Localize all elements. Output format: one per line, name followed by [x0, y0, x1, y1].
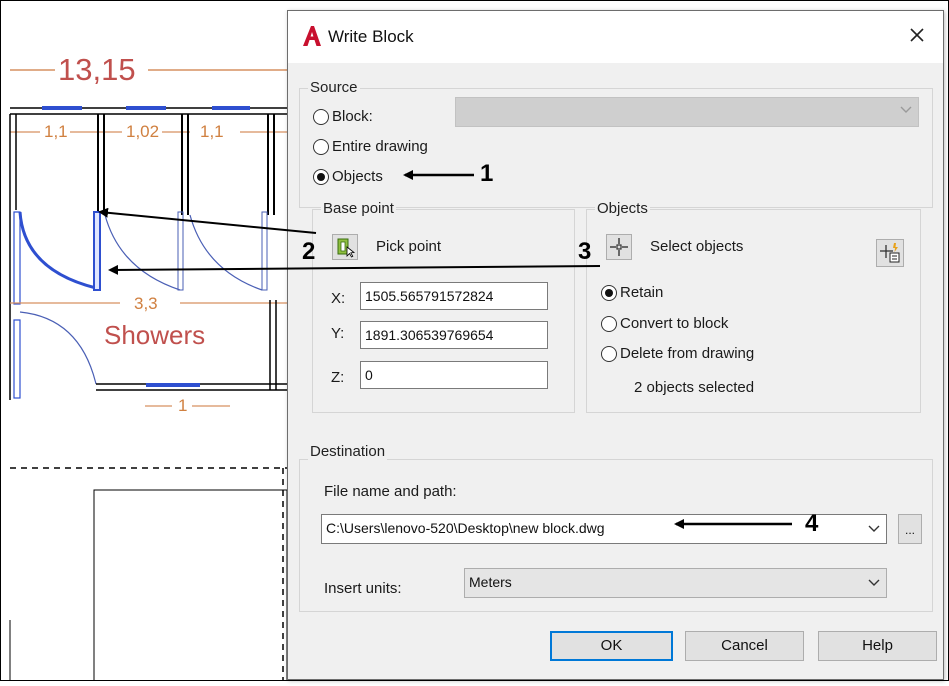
- y-label: Y:: [331, 325, 345, 342]
- radio-label: Delete from drawing: [620, 345, 755, 362]
- select-objects-icon: [610, 238, 628, 256]
- radio-label: Retain: [620, 284, 664, 301]
- file-path-label: File name and path:: [324, 483, 457, 500]
- insert-units-value: Meters: [469, 574, 512, 590]
- window: [212, 106, 250, 110]
- radio-label: Entire drawing: [332, 138, 428, 155]
- radio-button[interactable]: [601, 315, 617, 332]
- radio-button-selected[interactable]: [313, 168, 329, 185]
- annotation-number: 4: [805, 510, 819, 537]
- select-objects-button[interactable]: [606, 234, 632, 260]
- radio-label: Block:: [332, 108, 373, 125]
- quick-select-button[interactable]: [876, 239, 904, 267]
- radio-button[interactable]: [601, 345, 617, 362]
- x-coordinate-field[interactable]: 1505.565791572824: [360, 282, 548, 310]
- browse-button[interactable]: ...: [898, 514, 922, 544]
- radio-button-selected[interactable]: [601, 284, 617, 301]
- annotation-number: 3: [578, 238, 592, 265]
- help-button[interactable]: Help: [818, 631, 937, 661]
- file-path-combo[interactable]: C:\Users\lenovo-520\Desktop\new block.dw…: [321, 514, 887, 544]
- objects-label: Objects: [595, 200, 650, 217]
- pick-point-icon: [337, 238, 356, 258]
- dimension-label: 1: [178, 396, 188, 415]
- window: [146, 383, 200, 387]
- title-bar[interactable]: Write Block: [288, 11, 943, 63]
- insert-units-label: Insert units:: [324, 580, 402, 597]
- dimension-label: 1,1: [200, 122, 224, 141]
- chevron-down-icon[interactable]: [868, 525, 880, 533]
- radio-button[interactable]: [313, 138, 329, 155]
- dialog-title: Write Block: [328, 27, 414, 46]
- pick-point-label: Pick point: [376, 238, 442, 255]
- radio-block[interactable]: Block:: [313, 108, 373, 125]
- chevron-down-icon: [900, 106, 912, 113]
- base-point-label: Base point: [321, 200, 396, 217]
- annotation-number: 1: [480, 160, 494, 187]
- write-block-dialog: Write Block Source Block: Entire drawing…: [287, 10, 944, 680]
- radio-label: Objects: [332, 168, 383, 185]
- selection-status: 2 objects selected: [634, 379, 755, 396]
- dimension-label: 13,15: [58, 52, 136, 87]
- annotation-number: 2: [302, 238, 316, 265]
- x-label: X:: [331, 290, 346, 307]
- select-objects-label: Select objects: [650, 238, 744, 255]
- pick-point-button[interactable]: [332, 234, 358, 260]
- radio-button[interactable]: [313, 108, 329, 125]
- window: [126, 106, 166, 110]
- autocad-logo-icon: [303, 26, 321, 46]
- z-coordinate-field[interactable]: 0: [360, 361, 548, 389]
- cancel-button[interactable]: Cancel: [685, 631, 804, 661]
- file-path-value: C:\Users\lenovo-520\Desktop\new block.dw…: [326, 520, 605, 536]
- chevron-down-icon: [868, 579, 880, 586]
- radio-retain[interactable]: Retain: [601, 284, 663, 301]
- radio-entire-drawing[interactable]: Entire drawing: [313, 138, 428, 155]
- window: [42, 106, 82, 110]
- destination-label: Destination: [308, 443, 388, 460]
- dimension-label: 1,02: [126, 122, 160, 141]
- close-icon[interactable]: [905, 23, 929, 47]
- block-name-combo: [455, 97, 919, 127]
- y-coordinate-field[interactable]: 1891.306539769654: [360, 321, 548, 349]
- radio-label: Convert to block: [620, 315, 729, 332]
- source-group-label: Source: [308, 79, 360, 96]
- room-label: Showers: [104, 320, 206, 350]
- z-label: Z:: [331, 369, 345, 386]
- quick-select-icon: [880, 243, 900, 263]
- ok-button[interactable]: OK: [550, 631, 673, 661]
- radio-convert-to-block[interactable]: Convert to block: [601, 315, 728, 332]
- radio-objects[interactable]: Objects: [313, 168, 383, 185]
- insert-units-select[interactable]: Meters: [464, 568, 887, 598]
- radio-delete-from-drawing[interactable]: Delete from drawing: [601, 345, 754, 362]
- dimension-label: 1,1: [44, 122, 68, 141]
- dimension-label: 3,3: [134, 294, 158, 313]
